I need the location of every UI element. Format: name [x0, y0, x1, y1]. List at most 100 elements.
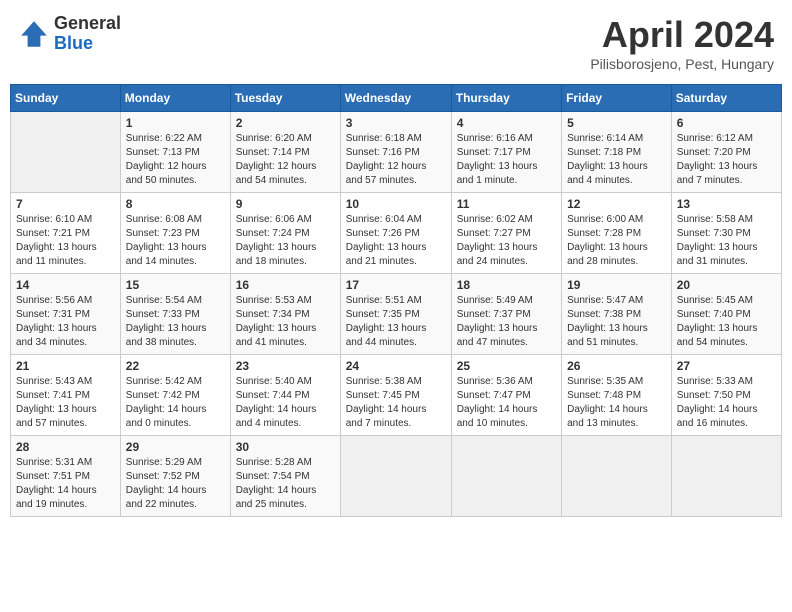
- calendar-week-row: 28 Sunrise: 5:31 AMSunset: 7:51 PMDayligh…: [11, 436, 782, 517]
- weekday-header-wednesday: Wednesday: [340, 85, 451, 112]
- day-info: Sunrise: 6:02 AMSunset: 7:27 PMDaylight:…: [457, 213, 556, 269]
- day-number: 23: [236, 359, 335, 373]
- calendar-table: SundayMondayTuesdayWednesdayThursdayFrid…: [10, 84, 782, 517]
- day-number: 24: [346, 359, 446, 373]
- calendar-cell: [11, 112, 121, 193]
- day-info: Sunrise: 6:18 AMSunset: 7:16 PMDaylight:…: [346, 132, 446, 188]
- day-number: 27: [677, 359, 776, 373]
- logo-text: General Blue: [54, 14, 121, 54]
- calendar-week-row: 7 Sunrise: 6:10 AMSunset: 7:21 PMDaylight…: [11, 193, 782, 274]
- day-number: 21: [16, 359, 115, 373]
- calendar-cell: 4 Sunrise: 6:16 AMSunset: 7:17 PMDaylight…: [451, 112, 561, 193]
- calendar-cell: 13 Sunrise: 5:58 AMSunset: 7:30 PMDayligh…: [671, 193, 781, 274]
- day-info: Sunrise: 5:58 AMSunset: 7:30 PMDaylight:…: [677, 213, 776, 269]
- title-area: April 2024 Pilisborosjeno, Pest, Hungary: [590, 14, 774, 72]
- day-number: 9: [236, 197, 335, 211]
- day-number: 5: [567, 116, 666, 130]
- day-number: 22: [126, 359, 225, 373]
- day-info: Sunrise: 5:45 AMSunset: 7:40 PMDaylight:…: [677, 294, 776, 350]
- day-number: 28: [16, 440, 115, 454]
- day-number: 6: [677, 116, 776, 130]
- calendar-cell: 17Sunrise: 5:51 AMSunset: 7:35 PMDayligh…: [340, 274, 451, 355]
- day-number: 7: [16, 197, 115, 211]
- day-info: Sunrise: 5:49 AMSunset: 7:37 PMDaylight:…: [457, 294, 556, 350]
- calendar-cell: 5 Sunrise: 6:14 AMSunset: 7:18 PMDaylight…: [562, 112, 672, 193]
- location-subtitle: Pilisborosjeno, Pest, Hungary: [590, 56, 774, 72]
- calendar-week-row: 14Sunrise: 5:56 AMSunset: 7:31 PMDayligh…: [11, 274, 782, 355]
- day-info: Sunrise: 5:33 AMSunset: 7:50 PMDaylight:…: [677, 375, 776, 431]
- calendar-cell: [562, 436, 672, 517]
- page-header: General Blue April 2024 Pilisborosjeno, …: [10, 10, 782, 76]
- day-number: 3: [346, 116, 446, 130]
- calendar-cell: 7 Sunrise: 6:10 AMSunset: 7:21 PMDaylight…: [11, 193, 121, 274]
- calendar-cell: 12 Sunrise: 6:00 AMSunset: 7:28 PMDayligh…: [562, 193, 672, 274]
- day-info: Sunrise: 5:35 AMSunset: 7:48 PMDaylight:…: [567, 375, 666, 431]
- calendar-cell: 22Sunrise: 5:42 AMSunset: 7:42 PMDayligh…: [120, 355, 230, 436]
- day-info: Sunrise: 5:28 AMSunset: 7:54 PMDaylight:…: [236, 456, 335, 512]
- calendar-week-row: 21 Sunrise: 5:43 AMSunset: 7:41 PMDayligh…: [11, 355, 782, 436]
- day-number: 18: [457, 278, 556, 292]
- calendar-cell: 6Sunrise: 6:12 AMSunset: 7:20 PMDaylight…: [671, 112, 781, 193]
- day-info: Sunrise: 5:29 AMSunset: 7:52 PMDaylight:…: [126, 456, 225, 512]
- day-number: 13: [677, 197, 776, 211]
- day-info: Sunrise: 6:00 AMSunset: 7:28 PMDaylight:…: [567, 213, 666, 269]
- calendar-header: SundayMondayTuesdayWednesdayThursdayFrid…: [11, 85, 782, 112]
- day-number: 10: [346, 197, 446, 211]
- day-number: 1: [126, 116, 225, 130]
- weekday-header-sunday: Sunday: [11, 85, 121, 112]
- calendar-cell: 9 Sunrise: 6:06 AMSunset: 7:24 PMDaylight…: [230, 193, 340, 274]
- day-number: 20: [677, 278, 776, 292]
- logo-icon: [18, 18, 50, 50]
- calendar-cell: 10Sunrise: 6:04 AMSunset: 7:26 PMDayligh…: [340, 193, 451, 274]
- day-info: Sunrise: 6:08 AMSunset: 7:23 PMDaylight:…: [126, 213, 225, 269]
- day-number: 30: [236, 440, 335, 454]
- calendar-cell: 25Sunrise: 5:36 AMSunset: 7:47 PMDayligh…: [451, 355, 561, 436]
- day-number: 16: [236, 278, 335, 292]
- calendar-cell: 14Sunrise: 5:56 AMSunset: 7:31 PMDayligh…: [11, 274, 121, 355]
- calendar-cell: 30 Sunrise: 5:28 AMSunset: 7:54 PMDayligh…: [230, 436, 340, 517]
- day-info: Sunrise: 6:20 AMSunset: 7:14 PMDaylight:…: [236, 132, 335, 188]
- weekday-header-row: SundayMondayTuesdayWednesdayThursdayFrid…: [11, 85, 782, 112]
- weekday-header-thursday: Thursday: [451, 85, 561, 112]
- day-info: Sunrise: 5:54 AMSunset: 7:33 PMDaylight:…: [126, 294, 225, 350]
- day-info: Sunrise: 5:43 AMSunset: 7:41 PMDaylight:…: [16, 375, 115, 431]
- day-number: 15: [126, 278, 225, 292]
- calendar-cell: [671, 436, 781, 517]
- calendar-cell: 29 Sunrise: 5:29 AMSunset: 7:52 PMDayligh…: [120, 436, 230, 517]
- day-info: Sunrise: 5:31 AMSunset: 7:51 PMDaylight:…: [16, 456, 115, 512]
- day-number: 2: [236, 116, 335, 130]
- day-info: Sunrise: 6:22 AMSunset: 7:13 PMDaylight:…: [126, 132, 225, 188]
- day-info: Sunrise: 5:47 AMSunset: 7:38 PMDaylight:…: [567, 294, 666, 350]
- calendar-cell: 24 Sunrise: 5:38 AMSunset: 7:45 PMDayligh…: [340, 355, 451, 436]
- month-title: April 2024: [590, 14, 774, 56]
- day-info: Sunrise: 5:56 AMSunset: 7:31 PMDaylight:…: [16, 294, 115, 350]
- logo: General Blue: [18, 14, 121, 54]
- calendar-body: 1 Sunrise: 6:22 AMSunset: 7:13 PMDaylight…: [11, 112, 782, 517]
- calendar-cell: 27 Sunrise: 5:33 AMSunset: 7:50 PMDayligh…: [671, 355, 781, 436]
- day-info: Sunrise: 5:36 AMSunset: 7:47 PMDaylight:…: [457, 375, 556, 431]
- calendar-cell: [340, 436, 451, 517]
- calendar-cell: 16Sunrise: 5:53 AMSunset: 7:34 PMDayligh…: [230, 274, 340, 355]
- day-number: 12: [567, 197, 666, 211]
- day-number: 8: [126, 197, 225, 211]
- calendar-cell: 23 Sunrise: 5:40 AMSunset: 7:44 PMDayligh…: [230, 355, 340, 436]
- day-number: 4: [457, 116, 556, 130]
- day-number: 29: [126, 440, 225, 454]
- calendar-cell: 26Sunrise: 5:35 AMSunset: 7:48 PMDayligh…: [562, 355, 672, 436]
- day-info: Sunrise: 5:51 AMSunset: 7:35 PMDaylight:…: [346, 294, 446, 350]
- weekday-header-saturday: Saturday: [671, 85, 781, 112]
- calendar-cell: 20 Sunrise: 5:45 AMSunset: 7:40 PMDayligh…: [671, 274, 781, 355]
- day-info: Sunrise: 5:40 AMSunset: 7:44 PMDaylight:…: [236, 375, 335, 431]
- calendar-cell: 21 Sunrise: 5:43 AMSunset: 7:41 PMDayligh…: [11, 355, 121, 436]
- day-info: Sunrise: 6:16 AMSunset: 7:17 PMDaylight:…: [457, 132, 556, 188]
- calendar-cell: 11 Sunrise: 6:02 AMSunset: 7:27 PMDayligh…: [451, 193, 561, 274]
- calendar-cell: 15 Sunrise: 5:54 AMSunset: 7:33 PMDayligh…: [120, 274, 230, 355]
- day-number: 11: [457, 197, 556, 211]
- day-info: Sunrise: 6:06 AMSunset: 7:24 PMDaylight:…: [236, 213, 335, 269]
- day-info: Sunrise: 6:14 AMSunset: 7:18 PMDaylight:…: [567, 132, 666, 188]
- calendar-cell: [451, 436, 561, 517]
- calendar-cell: 28 Sunrise: 5:31 AMSunset: 7:51 PMDayligh…: [11, 436, 121, 517]
- weekday-header-tuesday: Tuesday: [230, 85, 340, 112]
- day-info: Sunrise: 5:38 AMSunset: 7:45 PMDaylight:…: [346, 375, 446, 431]
- day-info: Sunrise: 6:10 AMSunset: 7:21 PMDaylight:…: [16, 213, 115, 269]
